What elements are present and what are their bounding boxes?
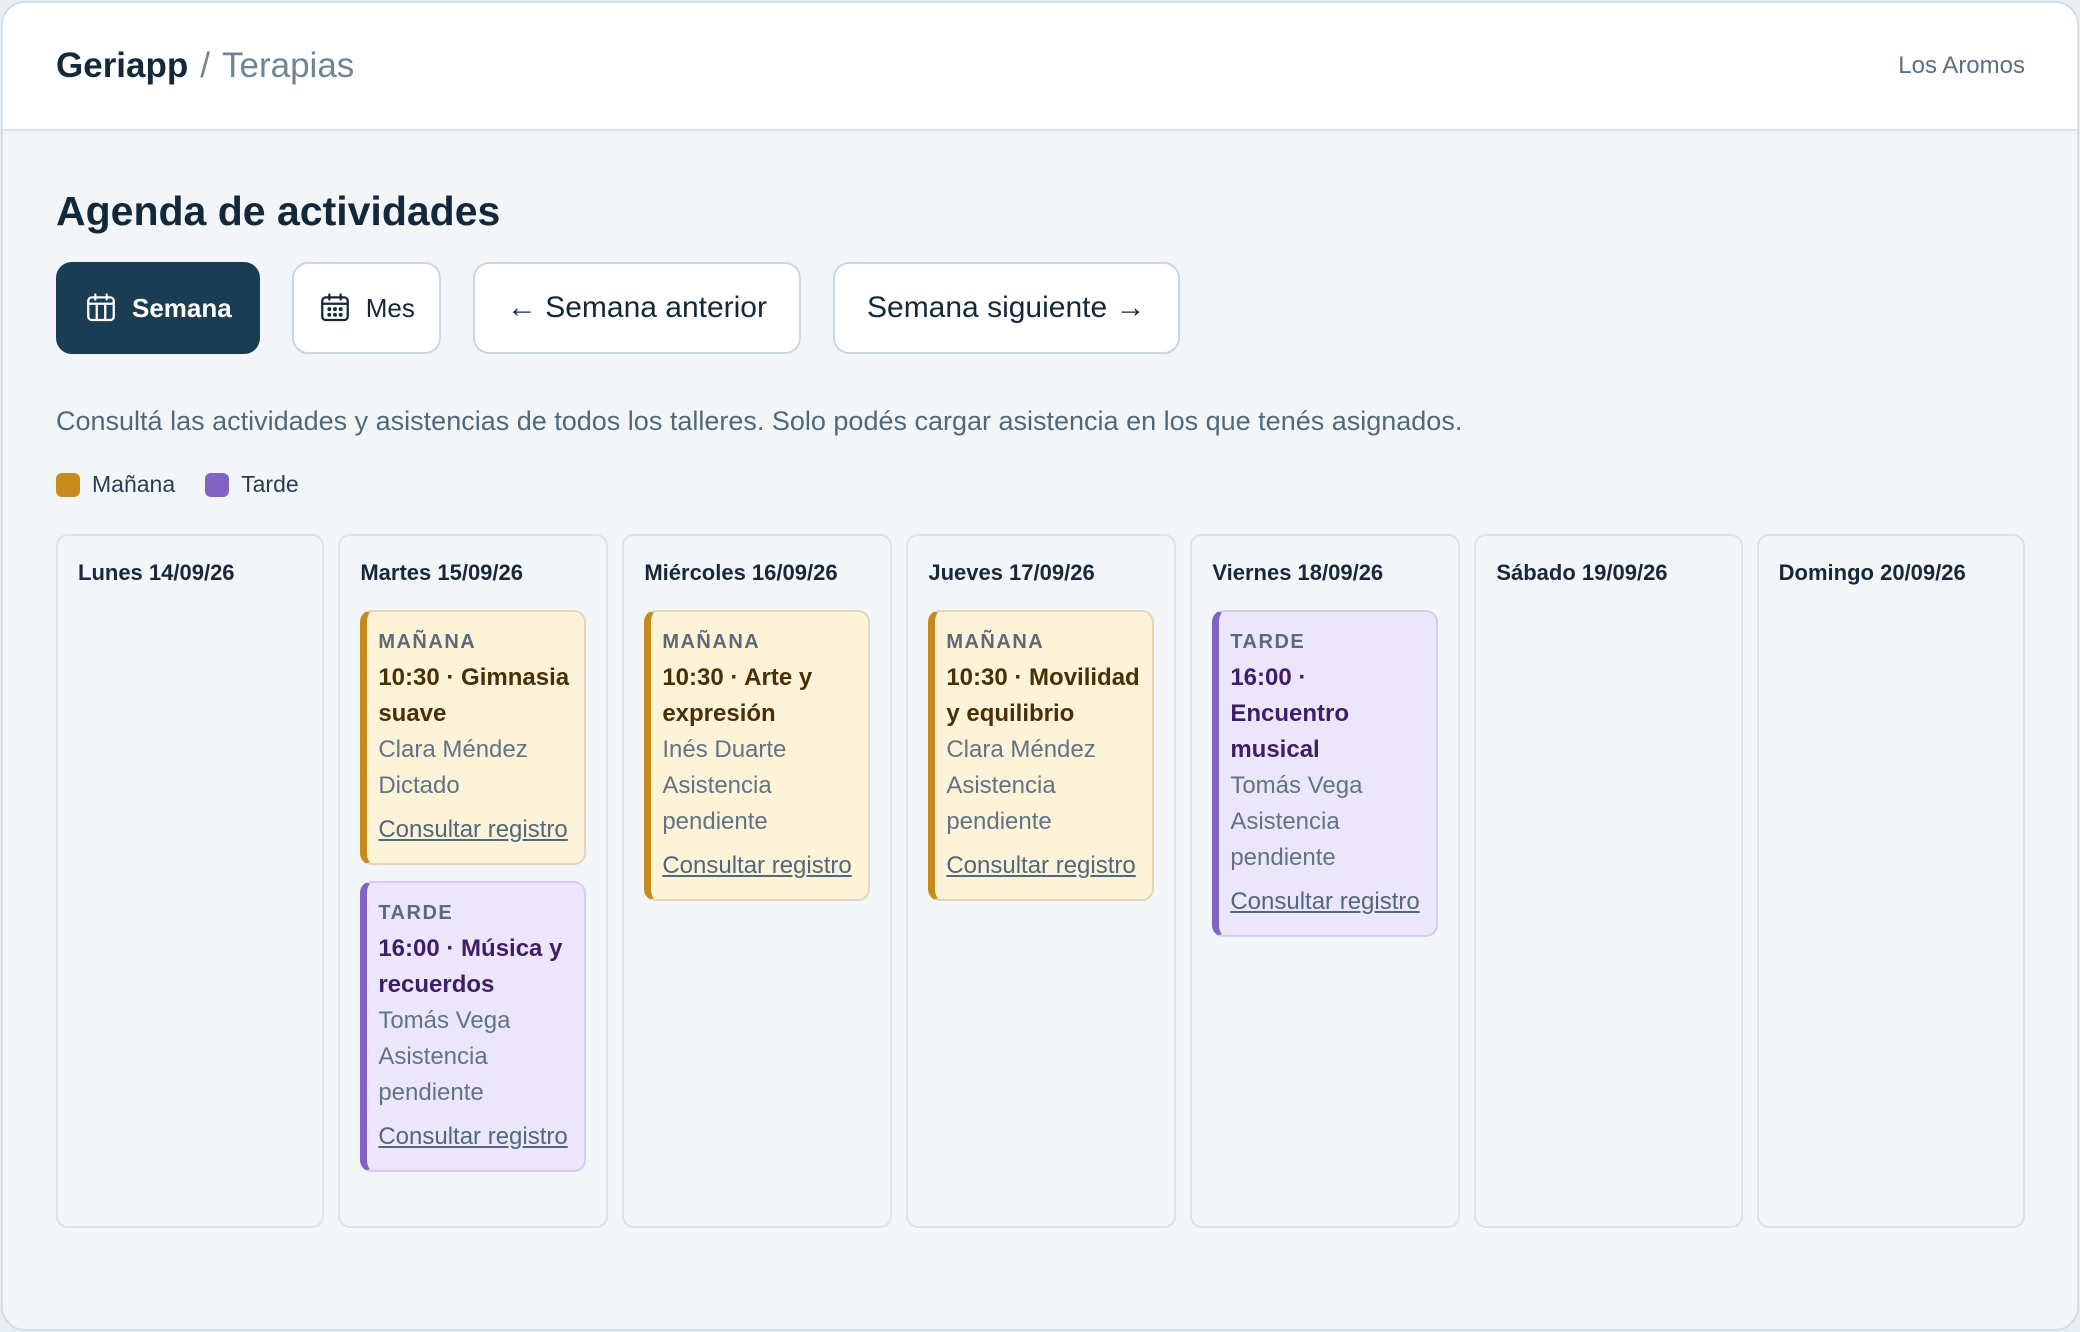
consult-record-link[interactable]: Consultar registro [378,1123,567,1152]
shift-legend: Mañana Tarde [56,471,2025,498]
day-column-friday: Viernes 18/09/26 TARDE 16:00 · Encuentro… [1190,534,1461,1228]
top-bar: Geriapp / Terapias Los Aromos [3,3,2077,131]
week-grid: Lunes 14/09/26 Martes 15/09/26 MAÑANA 10… [56,534,2025,1228]
activity-status: Asistencia pendiente [1230,808,1340,871]
consult-record-link[interactable]: Consultar registro [378,816,567,845]
activity-therapist: Inés Duarte [662,736,787,763]
site-name: Los Aromos [1898,52,2025,79]
month-view-button[interactable]: Mes [291,262,441,354]
week-view-button[interactable]: Semana [56,262,260,354]
day-column-wednesday: Miércoles 16/09/26 MAÑANA 10:30 · Arte y… [622,534,893,1228]
day-title: Sábado 19/09/26 [1496,560,1668,585]
legend-label-afternoon: Tarde [241,471,299,497]
legend-swatch-afternoon [205,472,230,497]
day-column-thursday: Jueves 17/09/26 MAÑANA 10:30 · Movilidad… [906,534,1177,1228]
activity-title: 16:00 · Música y recuerdos [378,934,563,998]
activity-card[interactable]: TARDE 16:00 · Música y recuerdos Tomás V… [360,880,587,1172]
day-title: Martes 15/09/26 [360,560,523,585]
day-title: Lunes 14/09/26 [78,560,235,585]
activity-title: 10:30 · Gimnasia suave [378,664,570,727]
activity-shift: TARDE [1230,631,1306,653]
legend-label-morning: Mañana [92,471,176,497]
activity-shift: MAÑANA [378,631,477,653]
activity-card[interactable]: MAÑANA 10:30 · Movilidad y equilibrio Cl… [928,610,1155,901]
activity-shift: TARDE [378,901,454,924]
activity-shift: MAÑANA [662,631,761,653]
activity-title: 10:30 · Arte y expresión [662,664,813,727]
activity-status: Dictado [378,772,460,799]
day-column-sunday: Domingo 20/09/26 [1756,534,2025,1228]
page-description: Consultá las actividades y asistencias d… [56,406,1463,436]
section-name: Terapias [222,46,355,85]
app-name[interactable]: Geriapp [56,46,188,86]
consult-record-link[interactable]: Consultar registro [946,852,1135,881]
day-title: Jueves 17/09/26 [928,560,1095,585]
activity-card[interactable]: TARDE 16:00 · Encuentro musical Tomás Ve… [1212,610,1439,937]
activity-therapist: Clara Méndez [946,736,1096,763]
page-title: Agenda de actividades [56,188,501,234]
day-column-tuesday: Martes 15/09/26 MAÑANA 10:30 · Gimnasia … [338,534,609,1228]
calendar-week-icon [87,293,115,322]
legend-item-afternoon: Tarde [205,471,299,498]
main-content: Agenda de actividades Semana Mes ← Seman… [3,131,2077,1228]
activity-therapist: Clara Méndez [378,736,528,763]
day-title: Viernes 18/09/26 [1212,560,1384,585]
week-view-label: Semana [132,292,232,323]
activity-status: Asistencia pendiente [662,772,772,835]
legend-swatch-morning [56,472,80,497]
month-view-label: Mes [365,292,415,323]
next-week-button[interactable]: Semana siguiente → [833,262,1180,354]
calendar-month-icon [320,293,349,322]
activity-title: 10:30 · Movilidad y equilibrio [946,664,1140,727]
app-window: Geriapp / Terapias Los Aromos Agenda de … [1,1,2079,1331]
day-column-monday: Lunes 14/09/26 [56,534,325,1228]
day-title: Domingo 20/09/26 [1778,560,1966,585]
activity-card[interactable]: MAÑANA 10:30 · Gimnasia suave Clara Ménd… [360,610,587,865]
toolbar: Semana Mes ← Semana anterior Semana sigu… [56,262,2025,354]
activity-status: Asistencia pendiente [378,1042,488,1106]
consult-record-link[interactable]: Consultar registro [1230,888,1419,917]
breadcrumb: Geriapp / Terapias [56,46,354,86]
activity-status: Asistencia pendiente [946,772,1056,835]
activity-therapist: Tomás Vega [378,1006,511,1034]
activity-therapist: Tomás Vega [1230,772,1363,799]
consult-record-link[interactable]: Consultar registro [662,852,851,881]
activity-card[interactable]: MAÑANA 10:30 · Arte y expresión Inés Dua… [644,610,871,901]
activity-shift: MAÑANA [946,631,1045,653]
breadcrumb-separator: / [200,46,210,85]
activity-title: 16:00 · Encuentro musical [1230,664,1350,763]
day-title: Miércoles 16/09/26 [644,560,838,585]
previous-week-button[interactable]: ← Semana anterior [472,262,801,354]
legend-item-morning: Mañana [56,471,175,498]
day-column-saturday: Sábado 19/09/26 [1474,534,1743,1228]
